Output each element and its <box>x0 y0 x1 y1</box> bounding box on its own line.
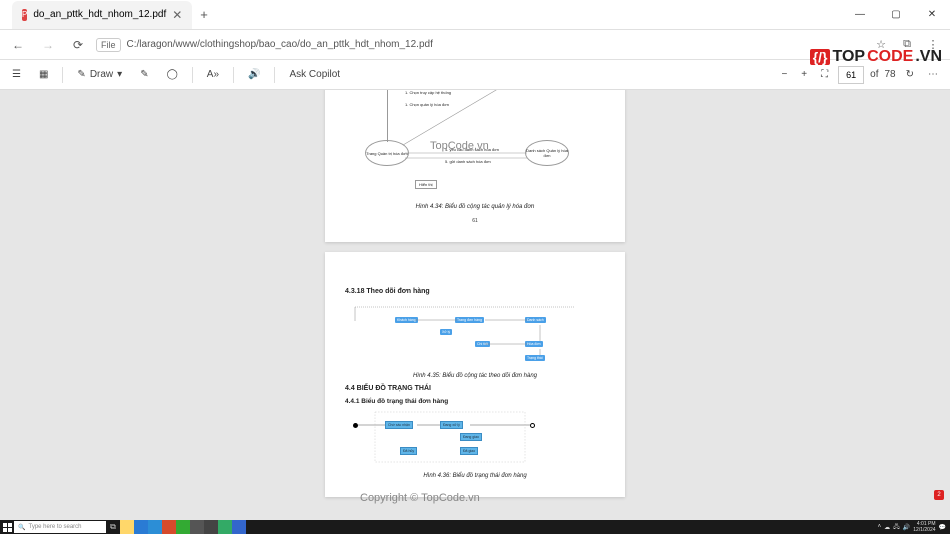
new-tab-button[interactable]: + <box>192 7 216 22</box>
zoom-out-button[interactable]: − <box>777 67 791 82</box>
section-heading: 4.3.18 Theo dõi đơn hàng <box>345 288 605 295</box>
pdf-more-button[interactable]: ⋯ <box>924 67 942 82</box>
state-diagram: Chờ xác nhận Đang xử lý Đang giao Đã hủy… <box>345 409 605 469</box>
taskbar-search[interactable]: 🔍 Type here to search <box>14 521 106 533</box>
tray-network-icon[interactable]: 🖧 <box>893 522 900 532</box>
search-icon: 🔍 <box>18 524 25 531</box>
taskbar-app-generic[interactable] <box>190 520 204 534</box>
diagram-label: 4. yêu cầu danh sách hóa đơn <box>445 147 499 152</box>
pdf-pagegrid-button[interactable]: ▦ <box>35 67 52 82</box>
search-placeholder: Type here to search <box>28 524 81 530</box>
notifications-icon[interactable]: 💬 <box>939 524 946 531</box>
address-bar: ← → ⟳ File C:/laragon/www/clothingshop/b… <box>0 30 950 60</box>
window-controls: — ▢ ✕ <box>842 0 950 30</box>
window-close-button[interactable]: ✕ <box>914 0 950 30</box>
browser-tab[interactable]: P do_an_pttk_hdt_nhom_12.pdf ✕ <box>12 1 192 29</box>
windows-icon <box>3 523 12 532</box>
logo-text-top: TOP <box>832 48 865 66</box>
window-maximize-button[interactable]: ▢ <box>878 0 914 30</box>
diagram-rect: Hiển thị <box>415 180 437 189</box>
nav-back-button[interactable]: ← <box>6 33 30 57</box>
tray-cloud-icon[interactable]: ☁ <box>884 524 890 531</box>
separator <box>62 67 63 83</box>
task-view-button[interactable]: ⧉ <box>106 520 120 534</box>
pdf-draw-button[interactable]: ✎ Draw ▾ <box>73 67 126 82</box>
taskbar-app-chrome[interactable] <box>162 520 176 534</box>
pdf-erase-button[interactable]: ◯ <box>163 67 182 82</box>
diagram-edges <box>345 409 645 520</box>
separator <box>192 67 193 83</box>
tray-chevron-icon[interactable]: ˄ <box>878 524 882 530</box>
clock-date: 12/1/2024 <box>913 527 935 533</box>
taskbar-clock[interactable]: 4:01 PM 12/1/2024 <box>913 521 935 533</box>
start-button[interactable] <box>0 520 14 534</box>
pdf-pages: Người quản trị Trang Quản trị hóa đơn Da… <box>325 90 625 507</box>
tray-volume-icon[interactable]: 🔊 <box>903 524 910 531</box>
scroll-indicator: 2 <box>934 490 944 500</box>
diagram-label: 5. gửi danh sách hóa đơn <box>445 159 491 164</box>
pdf-readaloud-button[interactable]: 🔊 <box>244 67 264 82</box>
collaboration-diagram: Khách hàng Trang đơn hàng Xử lý Danh sác… <box>345 299 605 369</box>
zoom-in-button[interactable]: + <box>797 67 811 82</box>
url-scheme-chip: File <box>96 38 121 52</box>
page-number: 61 <box>345 218 605 224</box>
taskbar-app-generic[interactable] <box>204 520 218 534</box>
taskbar-app-vscode[interactable] <box>148 520 162 534</box>
pdf-favicon: P <box>22 9 27 21</box>
figure-caption: Hình 4.34: Biểu đồ cộng tác quản lý hóa … <box>345 204 605 210</box>
diagram-label: 1. Chọn quản lý hóa đơn <box>405 102 449 107</box>
pdf-page: Người quản trị Trang Quản trị hóa đơn Da… <box>325 90 625 242</box>
fit-page-button[interactable]: ⛶ <box>817 67 832 82</box>
nav-reload-button[interactable]: ⟳ <box>66 33 90 57</box>
pdf-highlight-button[interactable]: ✎ <box>136 67 152 82</box>
system-tray[interactable]: ˄ ☁ 🖧 🔊 4:01 PM 12/1/2024 💬 <box>878 521 950 533</box>
tab-title: do_an_pttk_hdt_nhom_12.pdf <box>33 9 166 20</box>
pdf-toolbar: ☰ ▦ ✎ Draw ▾ ✎ ◯ A» 🔊 Ask Copilot − + ⛶ … <box>0 60 950 90</box>
separator <box>274 67 275 83</box>
window-minimize-button[interactable]: — <box>842 0 878 30</box>
pdf-page: 4.3.18 Theo dõi đơn hàng Khách hàng Tran… <box>325 252 625 497</box>
taskbar-app-explorer[interactable] <box>120 520 134 534</box>
pdf-page-controls: − + ⛶ of 78 ↻ ⋯ <box>777 66 942 84</box>
pdf-copilot-button[interactable]: Ask Copilot <box>285 67 344 82</box>
tab-close-icon[interactable]: ✕ <box>172 9 182 21</box>
pdf-viewport[interactable]: Người quản trị Trang Quản trị hóa đơn Da… <box>0 90 950 520</box>
browser-titlebar: P do_an_pttk_hdt_nhom_12.pdf ✕ + — ▢ ✕ <box>0 0 950 30</box>
url-path: C:/laragon/www/clothingshop/bao_cao/do_a… <box>127 39 433 50</box>
separator <box>233 67 234 83</box>
taskbar-app-generic[interactable] <box>176 520 190 534</box>
page-total: 78 <box>884 69 895 80</box>
pdf-textsize-button[interactable]: A» <box>203 67 223 82</box>
page-sep: of <box>870 69 878 80</box>
taskbar-app-generic[interactable] <box>232 520 246 534</box>
logo-text-tld: .VN <box>915 48 942 66</box>
pdf-toc-button[interactable]: ☰ <box>8 67 25 82</box>
diagram-edges <box>345 90 605 200</box>
page-number-input[interactable] <box>838 66 864 84</box>
taskbar-app-edge[interactable] <box>134 520 148 534</box>
rotate-button[interactable]: ↻ <box>902 67 918 82</box>
windows-taskbar: 🔍 Type here to search ⧉ ˄ ☁ 🖧 🔊 4:01 PM … <box>0 520 950 534</box>
taskbar-app-generic[interactable] <box>218 520 232 534</box>
logo-text-code: CODE <box>867 48 913 66</box>
nav-forward-button[interactable]: → <box>36 33 60 57</box>
logo-brace-icon: {/} <box>810 49 831 65</box>
diagram-label: 1. Chọn truy cập hệ thống <box>405 90 451 95</box>
collaboration-diagram: Người quản trị Trang Quản trị hóa đơn Da… <box>345 90 605 200</box>
watermark-logo: {/} TOPCODE.VN <box>810 48 942 66</box>
url-field[interactable]: File C:/laragon/www/clothingshop/bao_cao… <box>96 38 864 52</box>
